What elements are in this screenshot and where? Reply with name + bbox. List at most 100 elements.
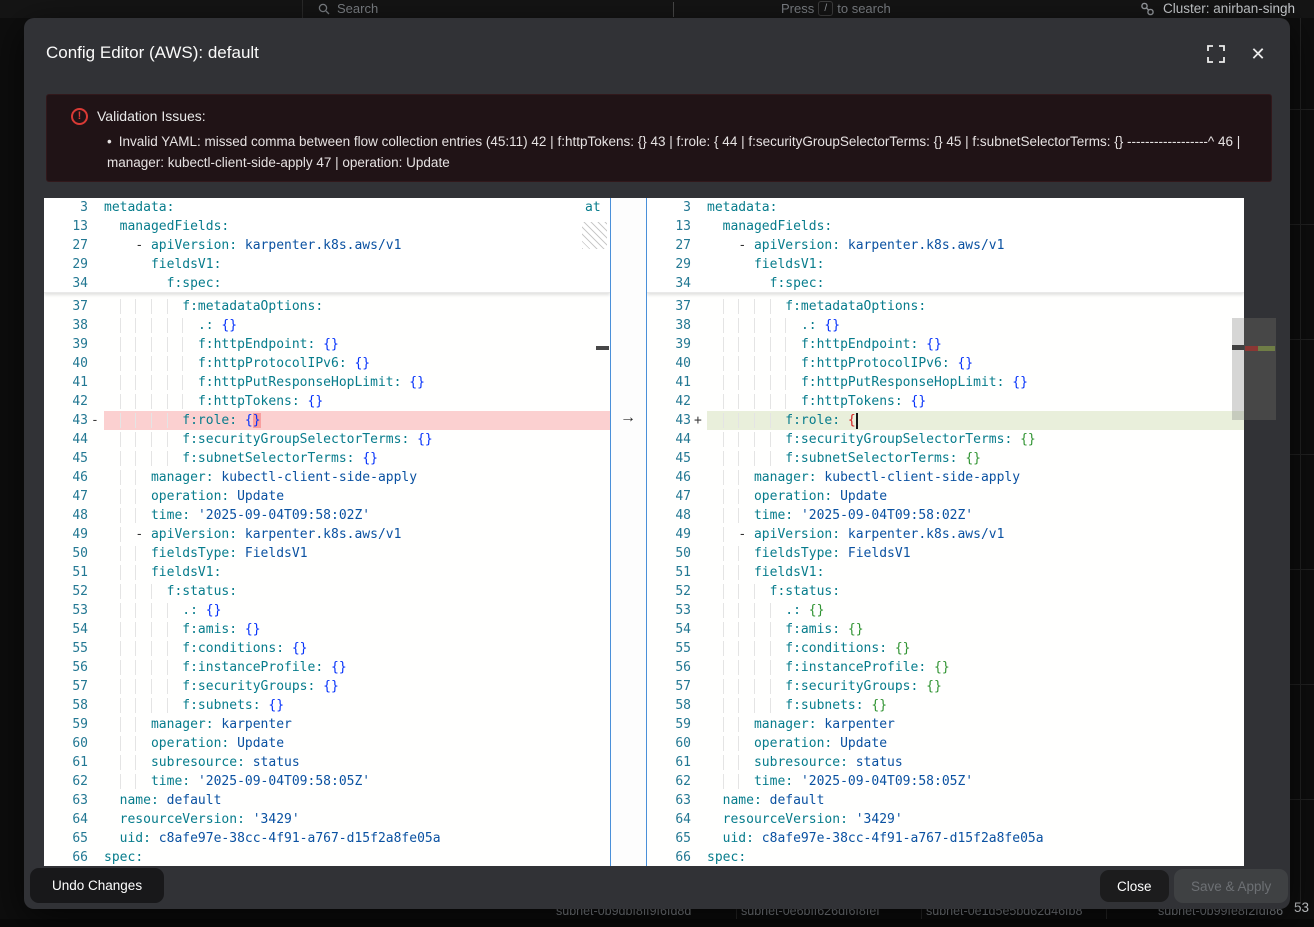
code-line[interactable]: 42 f:httpTokens: {} <box>44 392 610 411</box>
code-line[interactable]: 61 subresource: status <box>647 753 1244 772</box>
code-line[interactable]: 58 f:subnets: {} <box>647 696 1244 715</box>
code-line[interactable]: 49 - apiVersion: karpenter.k8s.aws/v1 <box>44 525 610 544</box>
code-line[interactable]: 43- f:role: {} <box>44 411 610 430</box>
code-line[interactable]: 42 f:httpTokens: {} <box>647 392 1244 411</box>
diff-sign <box>693 791 707 810</box>
line-number: 29 <box>647 255 693 274</box>
code-line[interactable]: 59 manager: karpenter <box>647 715 1244 734</box>
code-line[interactable]: 34 f:spec: <box>44 274 610 293</box>
code-line[interactable]: 13 managedFields: <box>647 217 1244 236</box>
code-line[interactable]: 29 fieldsV1: <box>44 255 610 274</box>
code-line[interactable]: 60 operation: Update <box>647 734 1244 753</box>
code-line[interactable]: 57 f:securityGroups: {} <box>647 677 1244 696</box>
code-line[interactable]: 59 manager: karpenter <box>44 715 610 734</box>
close-icon[interactable]: ✕ <box>1248 44 1268 64</box>
line-number: 63 <box>647 791 693 810</box>
code-line[interactable]: 49 - apiVersion: karpenter.k8s.aws/v1 <box>647 525 1244 544</box>
original-editor-pane[interactable]: 37 f:metadataOptions:38 .: {}39 f:httpEn… <box>44 198 610 866</box>
code-line[interactable]: 13 managedFields: <box>44 217 610 236</box>
code-line[interactable]: 44 f:securityGroupSelectorTerms: {} <box>647 430 1244 449</box>
code-line[interactable]: 45 f:subnetSelectorTerms: {} <box>44 449 610 468</box>
code-line[interactable]: 34 f:spec: <box>647 274 1244 293</box>
code-line[interactable]: 47 operation: Update <box>44 487 610 506</box>
line-number: 45 <box>44 449 90 468</box>
code-line[interactable]: 40 f:httpProtocolIPv6: {} <box>44 354 610 373</box>
save-apply-button[interactable]: Save & Apply <box>1174 869 1288 903</box>
scroll-diff-marker <box>1232 345 1244 350</box>
code-line[interactable]: 62 time: '2025-09-04T09:58:05Z' <box>647 772 1244 791</box>
diff-sign <box>90 772 104 791</box>
code-line[interactable]: 55 f:conditions: {} <box>647 639 1244 658</box>
expand-icon[interactable] <box>1206 44 1226 64</box>
code-line[interactable]: 46 manager: kubectl-client-side-apply <box>44 468 610 487</box>
code-line[interactable]: 51 fieldsV1: <box>647 563 1244 582</box>
code-line[interactable]: 48 time: '2025-09-04T09:58:02Z' <box>647 506 1244 525</box>
code-line[interactable]: 53 .: {} <box>44 601 610 620</box>
code-line[interactable]: 39 f:httpEndpoint: {} <box>44 335 610 354</box>
code-line[interactable]: 3metadata: <box>647 198 1244 217</box>
undo-changes-button[interactable]: Undo Changes <box>30 868 164 903</box>
search-input[interactable]: Search <box>337 1 378 16</box>
diff-sign <box>90 677 104 696</box>
code-line[interactable]: 54 f:amis: {} <box>647 620 1244 639</box>
code-line[interactable]: 45 f:subnetSelectorTerms: {} <box>647 449 1244 468</box>
diff-sign <box>90 274 104 293</box>
code-line[interactable]: 50 fieldsType: FieldsV1 <box>647 544 1244 563</box>
code-line[interactable]: 27 - apiVersion: karpenter.k8s.aws/v1 <box>647 236 1244 255</box>
diff-sign <box>90 544 104 563</box>
code-line[interactable]: 61 subresource: status <box>44 753 610 772</box>
code-line[interactable]: 27 - apiVersion: karpenter.k8s.aws/v1 <box>44 236 610 255</box>
code-line[interactable]: 37 f:metadataOptions: <box>44 297 610 316</box>
line-number: 53 <box>647 601 693 620</box>
code-line[interactable]: 66spec: <box>44 848 610 866</box>
code-line[interactable]: 51 fieldsV1: <box>44 563 610 582</box>
modified-editor-pane[interactable]: 37 f:metadataOptions:38 .: {}39 f:httpEn… <box>647 198 1244 866</box>
close-button[interactable]: Close <box>1100 870 1169 902</box>
diff-sign <box>693 316 707 335</box>
code-line[interactable]: 43+ f:role: { <box>647 411 1244 430</box>
code-line[interactable]: 65 uid: c8afe97e-38cc-4f91-a767-d15f2a8f… <box>44 829 610 848</box>
code-line[interactable]: 57 f:securityGroups: {} <box>44 677 610 696</box>
code-line[interactable]: 64 resourceVersion: '3429' <box>647 810 1244 829</box>
code-line[interactable]: 63 name: default <box>647 791 1244 810</box>
code-line[interactable]: 58 f:subnets: {} <box>44 696 610 715</box>
code-line[interactable]: 62 time: '2025-09-04T09:58:05Z' <box>44 772 610 791</box>
diff-sign <box>90 791 104 810</box>
inserted-marker <box>1258 346 1275 351</box>
code-line[interactable]: 46 manager: kubectl-client-side-apply <box>647 468 1244 487</box>
cluster-selector[interactable]: Cluster: anirban-singh <box>1163 1 1295 16</box>
code-line[interactable]: 64 resourceVersion: '3429' <box>44 810 610 829</box>
code-line[interactable]: 56 f:instanceProfile: {} <box>647 658 1244 677</box>
code-line[interactable]: 63 name: default <box>44 791 610 810</box>
diff-overview-ruler[interactable] <box>1244 318 1276 420</box>
line-number: 37 <box>647 297 693 316</box>
code-line[interactable]: 29 fieldsV1: <box>647 255 1244 274</box>
code-line[interactable]: 52 f:status: <box>647 582 1244 601</box>
code-line[interactable]: 56 f:instanceProfile: {} <box>44 658 610 677</box>
bg-row-line <box>1290 109 1314 110</box>
code-line[interactable]: 39 f:httpEndpoint: {} <box>647 335 1244 354</box>
code-line[interactable]: 40 f:httpProtocolIPv6: {} <box>647 354 1244 373</box>
bg-row-line <box>1290 799 1314 800</box>
code-line[interactable]: 66spec: <box>647 848 1244 866</box>
code-line[interactable]: 38 .: {} <box>647 316 1244 335</box>
code-line[interactable]: 38 .: {} <box>44 316 610 335</box>
code-line[interactable]: 60 operation: Update <box>44 734 610 753</box>
scrollbar-thumb[interactable] <box>1232 318 1244 420</box>
code-line[interactable]: 41 f:httpPutResponseHopLimit: {} <box>44 373 610 392</box>
line-number: 43 <box>44 411 90 430</box>
code-line[interactable]: 47 operation: Update <box>647 487 1244 506</box>
code-line[interactable]: 48 time: '2025-09-04T09:58:02Z' <box>44 506 610 525</box>
code-line[interactable]: 52 f:status: <box>44 582 610 601</box>
revert-arrow-icon[interactable]: → <box>620 409 636 427</box>
code-line[interactable]: 53 .: {} <box>647 601 1244 620</box>
code-line[interactable]: 41 f:httpPutResponseHopLimit: {} <box>647 373 1244 392</box>
code-line[interactable]: 54 f:amis: {} <box>44 620 610 639</box>
code-line[interactable]: 3metadata: <box>44 198 610 217</box>
validation-issue: •Invalid YAML: missed comma between flow… <box>107 131 1257 173</box>
code-line[interactable]: 50 fieldsType: FieldsV1 <box>44 544 610 563</box>
code-line[interactable]: 65 uid: c8afe97e-38cc-4f91-a767-d15f2a8f… <box>647 829 1244 848</box>
code-line[interactable]: 55 f:conditions: {} <box>44 639 610 658</box>
code-line[interactable]: 37 f:metadataOptions: <box>647 297 1244 316</box>
code-line[interactable]: 44 f:securityGroupSelectorTerms: {} <box>44 430 610 449</box>
